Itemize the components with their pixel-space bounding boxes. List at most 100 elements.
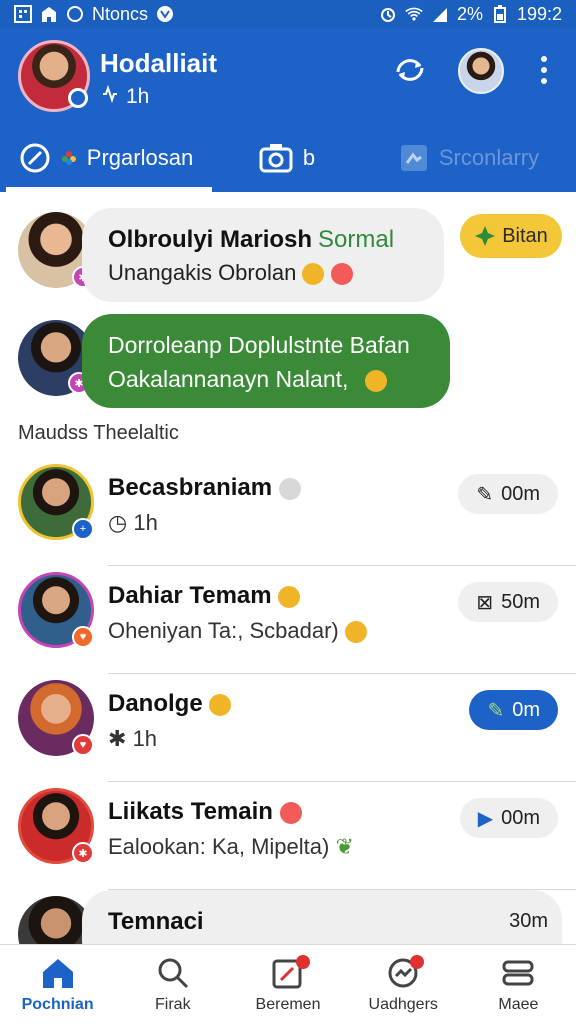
tab-prgarlosan[interactable]: Prgarlosan — [0, 124, 212, 192]
time-pill: ⊠ 50m — [458, 582, 558, 622]
add-badge: + — [72, 518, 94, 540]
conversation-sub: ✱ 1h — [108, 726, 157, 752]
status-time: 199:2 — [516, 3, 562, 24]
conversation-row[interactable]: ♥ Danolge ✱ 1h ✎ 0m — [0, 674, 576, 782]
wifi-icon — [405, 5, 423, 23]
message-line: Dorroleanp Doplulstnte Bafan — [108, 332, 410, 358]
status-notice: Ntoncs — [92, 3, 149, 24]
tab-bar: Prgarlosan b Srconlarry — [0, 124, 576, 192]
profile-name: Hodalliait — [100, 48, 218, 78]
tab-srconlarry[interactable]: Srconlarry — [362, 124, 576, 192]
profile-status: 1h — [100, 84, 149, 110]
conversation-name: Becasbraniam — [108, 474, 301, 502]
nav-search[interactable]: Firak — [115, 945, 230, 1024]
battery-percent: 2% — [456, 3, 483, 24]
compass-icon — [20, 143, 50, 173]
conversation-row[interactable]: Temnaci 30m — [0, 890, 576, 944]
battery-icon — [491, 5, 509, 23]
time-text: 50m — [501, 590, 540, 613]
action-label: Bitan — [502, 224, 548, 247]
conversation-row[interactable]: ✱ Liikats Temain Ealookan: Ka, Mipelta) … — [0, 782, 576, 890]
more-vertical-icon — [541, 56, 547, 84]
home-icon — [42, 958, 73, 988]
heart-badge: ♥ — [72, 734, 94, 756]
chat-name: Olbroulyi Mariosh — [108, 226, 313, 253]
mute-icon: ⊠ — [476, 591, 494, 614]
time-text: 00m — [501, 482, 540, 505]
laugh-emoji-icon — [278, 585, 301, 608]
time-pill: ✎ 00m — [458, 474, 558, 514]
activity-icon — [100, 84, 120, 110]
pinned-chat-title: Olbroulyi Mariosh Sormal — [108, 226, 394, 254]
story-badge: ✱ — [72, 842, 94, 864]
online-badge — [68, 88, 88, 108]
name-text: Dahiar Temam — [108, 582, 272, 609]
secondary-avatar[interactable] — [458, 48, 504, 94]
more-options-button[interactable] — [522, 48, 566, 92]
sub-text: 1h — [133, 510, 158, 535]
time-pill: ✎ 0m — [469, 690, 558, 730]
pinned-chat-bubble[interactable]: Olbroulyi Mariosh Sormal Unangakis Obrola… — [82, 208, 444, 302]
time-text: 00m — [501, 806, 540, 829]
alarm-status-icon — [379, 5, 397, 23]
conversation-name: Danolge — [108, 690, 232, 718]
nav-label: Firak — [155, 995, 191, 1013]
leaf-icon: ❦ — [335, 834, 354, 859]
sync-status-icon — [66, 5, 84, 23]
name-text: Liikats Temain — [108, 798, 273, 825]
tab-label: Prgarlosan — [86, 145, 194, 170]
tab-label: b — [302, 145, 316, 170]
conversation-row[interactable]: + Becasbraniam ◷ 1h ✎ 00m — [0, 458, 576, 566]
nav-label: Maee — [498, 995, 539, 1013]
switch-account-button[interactable] — [388, 48, 432, 92]
chat-tag: Sormal — [318, 226, 395, 253]
name-text: Becasbraniam — [108, 474, 273, 501]
bitan-action-button[interactable]: Bitan — [460, 214, 562, 258]
chat-list: ✱ Olbroulyi MarioshSormal Unangakis Obro… — [0, 192, 576, 944]
message-text: Oakalannanayn Nalant, — [108, 366, 349, 392]
conversation-sub: Ealookan: Ka, Mipelta) ❦ — [108, 834, 354, 860]
bottom-navigation: Pochnian Firak Beremen Uadhgers Maee — [0, 944, 576, 1024]
name-text: Danolge — [108, 690, 203, 717]
time-text: 30m — [509, 910, 548, 932]
nav-updates[interactable]: Uadhgers — [346, 945, 461, 1024]
sub-text: 1h — [132, 726, 158, 751]
signal-icon — [431, 5, 449, 23]
notification-dot — [296, 955, 311, 969]
nav-home[interactable]: Pochnian — [0, 945, 115, 1024]
smile-emoji-icon — [364, 369, 387, 392]
conversation-row[interactable]: ♥ Dahiar Temam Oheniyan Ta:, Scbadar) ⊠ … — [0, 566, 576, 674]
grid-app-icon — [14, 5, 32, 23]
sub-text: Oheniyan Ta:, Scbadar) — [108, 618, 339, 643]
pinned-chat-preview: Unangakis Obrolan — [108, 260, 353, 286]
pinned-message-bubble[interactable]: Dorroleanp Doplulstnte Bafan Oakalannana… — [82, 314, 450, 408]
nav-more[interactable]: Maee — [461, 945, 576, 1024]
time-pill: ▶ 00m — [459, 798, 558, 838]
nav-label: Pochnian — [21, 995, 94, 1013]
app-header: Hodalliait 1h Prgarlosan b Srconlarry — [0, 28, 576, 192]
time-text: 0m — [512, 698, 540, 721]
pen-icon: ✎ — [487, 699, 505, 722]
tab-camera[interactable]: b — [212, 124, 362, 192]
activity-icon: ✱ — [108, 726, 127, 751]
nav-compose[interactable]: Beremen — [230, 945, 345, 1024]
notification-dot — [409, 955, 424, 969]
conversation-name: Temnaci — [108, 908, 204, 935]
sub-text: Ealookan: Ka, Mipelta) — [108, 834, 330, 859]
search-icon — [158, 958, 188, 988]
menu-icon — [502, 960, 534, 985]
conversation-name: Dahiar Temam — [108, 582, 301, 610]
conversation-sub: Oheniyan Ta:, Scbadar) — [108, 618, 367, 644]
status-bar: Ntoncs 2% 199:2 — [0, 0, 576, 28]
section-title: Maudss Theelaltic — [18, 422, 179, 444]
sparkle-icon — [475, 226, 496, 246]
nav-label: Uadhgers — [368, 995, 438, 1013]
home-status-icon — [40, 5, 58, 23]
switch-icon — [396, 59, 424, 81]
clock-icon: ◷ — [108, 510, 128, 535]
message-line: Oakalannanayn Nalant, — [108, 366, 387, 393]
heart-eyes-emoji-icon — [330, 263, 353, 286]
nav-label: Beremen — [255, 995, 321, 1013]
profile-status-text: 1h — [126, 85, 150, 108]
tab-label: Srconlarry — [438, 145, 540, 170]
